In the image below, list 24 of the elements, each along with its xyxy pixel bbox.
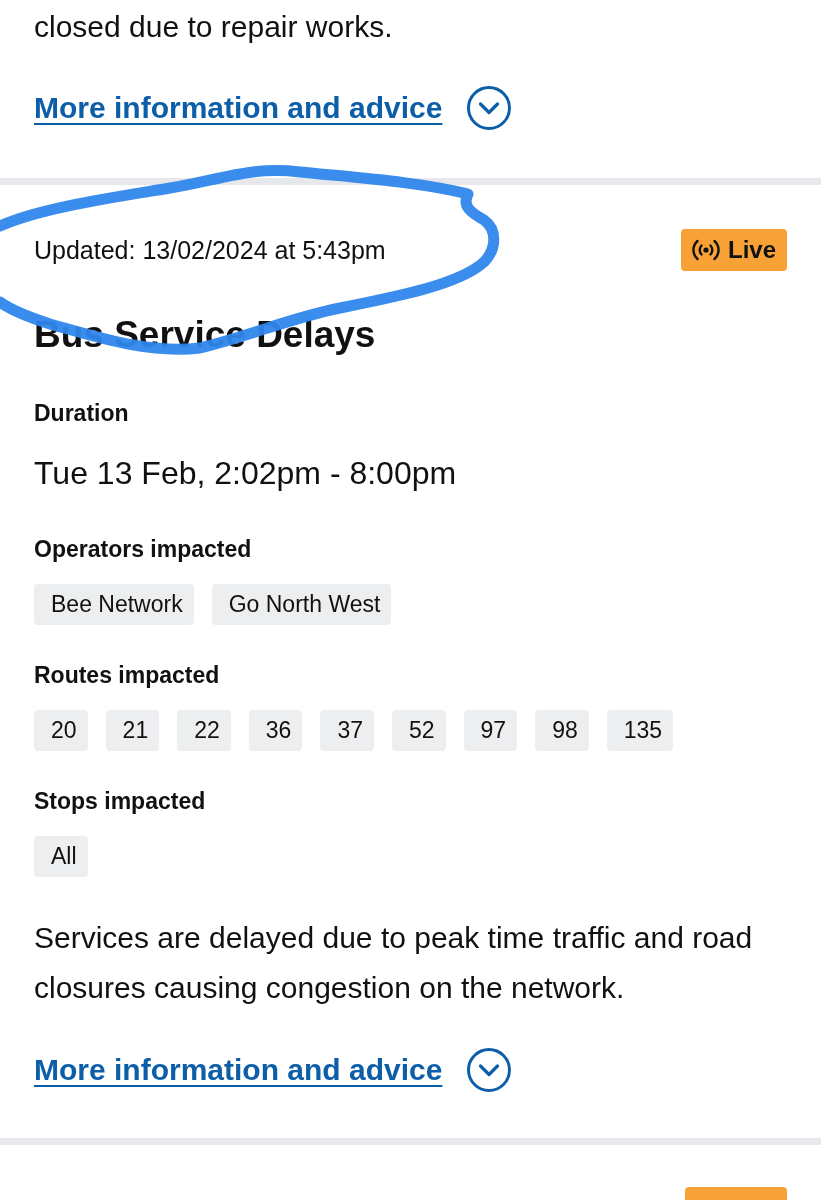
route-tag: 37: [320, 710, 374, 751]
description-text: closed due to repair works.: [34, 9, 394, 45]
updated-timestamp: Updated: 13/02/2024 at 5:43pm: [34, 235, 386, 265]
operator-tag: Bee Network: [34, 584, 194, 625]
section-heading: Duration: [34, 399, 130, 428]
section-heading: Operators impacted: [34, 535, 253, 564]
more-info-link[interactable]: More information and advice: [34, 86, 512, 130]
broadcast-icon: [691, 239, 720, 261]
section-heading: Stops impacted: [34, 787, 207, 816]
route-tag: 20: [34, 710, 88, 751]
operator-tag: Go North West: [211, 584, 392, 625]
route-tag: 52: [391, 710, 446, 751]
route-tag: 36: [248, 710, 303, 751]
live-label: Live: [727, 238, 776, 262]
route-tag: 98: [535, 710, 589, 751]
description-text: Services are delayed due to peak time traffic and road closures causing congestion on the network.: [34, 920, 754, 1006]
route-tag: 22: [177, 710, 231, 751]
more-info-link[interactable]: More information and advice: [34, 1048, 512, 1092]
route-tag: 21: [105, 710, 160, 751]
route-tag: 97: [463, 710, 518, 751]
duration-value: Tue 13 Feb, 2:02pm - 8:00pm: [34, 454, 458, 493]
section-heading: Routes impacted: [34, 661, 221, 690]
route-tag: 135: [606, 710, 674, 751]
stop-tag: All: [34, 836, 88, 877]
